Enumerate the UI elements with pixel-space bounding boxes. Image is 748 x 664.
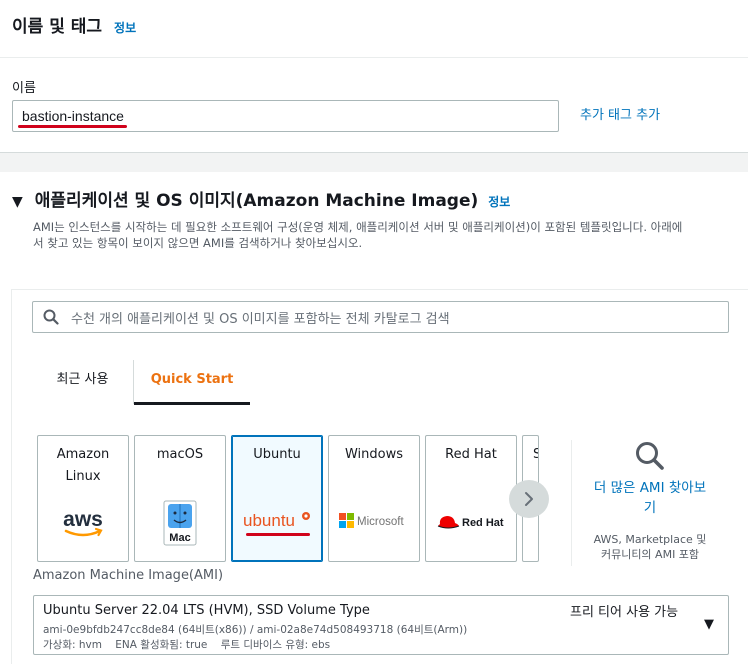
- chevron-right-icon: [525, 492, 533, 506]
- ubuntu-logo-text: ubuntu: [243, 511, 295, 530]
- tile-label: S: [533, 444, 538, 466]
- free-tier-badge: 프리 티어 사용 가능: [570, 605, 679, 620]
- aws-logo-text: aws: [63, 508, 103, 531]
- search-icon: [43, 309, 59, 325]
- os-tile-amazon-linux[interactable]: Amazon Linux aws: [37, 435, 129, 562]
- search-placeholder: 수천 개의 애플리케이션 및 OS 이미지를 포함하는 전체 카탈로그 검색: [71, 311, 450, 327]
- os-tile-macos[interactable]: macOS Mac: [134, 435, 226, 562]
- browse-sub-line2: 커뮤니티의 AMI 포함: [600, 548, 700, 561]
- os-tile-windows[interactable]: Windows Microsoft: [328, 435, 420, 562]
- highlight-underline: [18, 125, 127, 128]
- redhat-logo-text: Red Hat: [462, 517, 504, 529]
- tile-label: Ubuntu: [253, 447, 301, 462]
- ami-description-line2: 서 찾고 있는 항목이 보이지 않으면 AMI를 검색하거나 찾아보십시오.: [33, 236, 363, 250]
- ami-select-label: Amazon Machine Image(AMI): [33, 568, 224, 583]
- ami-tabs: 최근 사용 Quick Start: [32, 360, 748, 418]
- browse-more-link[interactable]: 더 많은 AMI 찾아보 기: [585, 478, 715, 518]
- mac-logo-text: Mac: [169, 532, 190, 544]
- vertical-divider: [571, 440, 572, 566]
- tile-label: macOS: [156, 447, 204, 462]
- browse-link-line2: 기: [643, 500, 657, 516]
- name-info-link[interactable]: 정보: [114, 19, 136, 36]
- ami-select-dropdown[interactable]: Ubuntu Server 22.04 LTS (HVM), SSD Volum…: [33, 595, 729, 655]
- ami-selected-name: Ubuntu Server 22.04 LTS (HVM), SSD Volum…: [43, 603, 370, 618]
- ami-section-title: 애플리케이션 및 OS 이미지(Amazon Machine Image): [34, 191, 479, 211]
- name-section-header: 이름 및 태그 정보: [12, 12, 136, 37]
- caret-down-icon[interactable]: ▼: [704, 617, 714, 632]
- mac-logo-icon: Mac: [135, 500, 225, 554]
- carousel-next-button[interactable]: [509, 480, 549, 518]
- name-label: 이름: [12, 81, 36, 96]
- os-tile-red-hat[interactable]: Red Hat Red Hat: [425, 435, 517, 562]
- os-tile-ubuntu[interactable]: Ubuntu ubuntu: [231, 435, 323, 562]
- add-tag-link[interactable]: 추가 태그 추가: [580, 104, 660, 123]
- redhat-logo-icon: Red Hat: [426, 512, 516, 540]
- tab-recent[interactable]: 최근 사용: [32, 360, 134, 404]
- name-section-title: 이름 및 태그: [12, 17, 103, 37]
- divider: [0, 57, 748, 58]
- tile-label-line2: Linux: [65, 469, 101, 484]
- ami-meta: 가상화: hvm ENA 활성화됨: true 루트 디바이스 유형: ebs: [43, 639, 331, 651]
- ami-info-link[interactable]: 정보: [488, 193, 510, 210]
- tab-quick-start[interactable]: Quick Start: [134, 360, 250, 404]
- ami-section-header[interactable]: ▼ 애플리케이션 및 OS 이미지(Amazon Machine Image) …: [12, 186, 510, 211]
- tile-label: Windows: [344, 447, 404, 462]
- aws-logo-icon: aws: [38, 506, 128, 548]
- browse-more-subtext: AWS, Marketplace 및 커뮤니티의 AMI 포함: [585, 532, 715, 562]
- ami-panel: ▼ 애플리케이션 및 OS 이미지(Amazon Machine Image) …: [0, 172, 748, 664]
- ami-ids: ami-0e9bfdb247cc8de84 (64비트(x86)) / ami-…: [43, 624, 468, 636]
- caret-down-icon[interactable]: ▼: [12, 194, 23, 210]
- ami-description: AMI는 인스턴스를 시작하는 데 필요한 소프트웨어 구성(운영 체제, 애플…: [33, 219, 748, 251]
- search-icon: [636, 442, 664, 470]
- ami-search-input[interactable]: 수천 개의 애플리케이션 및 OS 이미지를 포함하는 전체 카탈로그 검색: [32, 301, 729, 333]
- microsoft-logo-text: Microsoft: [357, 516, 404, 528]
- active-tab-indicator: [134, 402, 250, 405]
- microsoft-logo-icon: Microsoft: [329, 512, 419, 538]
- tile-label: Amazon: [56, 447, 110, 462]
- name-and-tags-panel: 이름 및 태그 정보 이름 bastion-instance 추가 태그 추가: [0, 0, 748, 153]
- browse-sub-line1: AWS, Marketplace 및: [593, 533, 707, 546]
- browse-more-amis[interactable]: 더 많은 AMI 찾아보 기 AWS, Marketplace 및 커뮤니티의 …: [585, 440, 715, 562]
- ami-description-line1: AMI는 인스턴스를 시작하는 데 필요한 소프트웨어 구성(운영 체제, 애플…: [33, 220, 683, 234]
- tile-label: Red Hat: [445, 447, 497, 462]
- highlight-underline: [246, 533, 310, 536]
- browse-link-line1: 더 많은 AMI 찾아보: [593, 480, 707, 496]
